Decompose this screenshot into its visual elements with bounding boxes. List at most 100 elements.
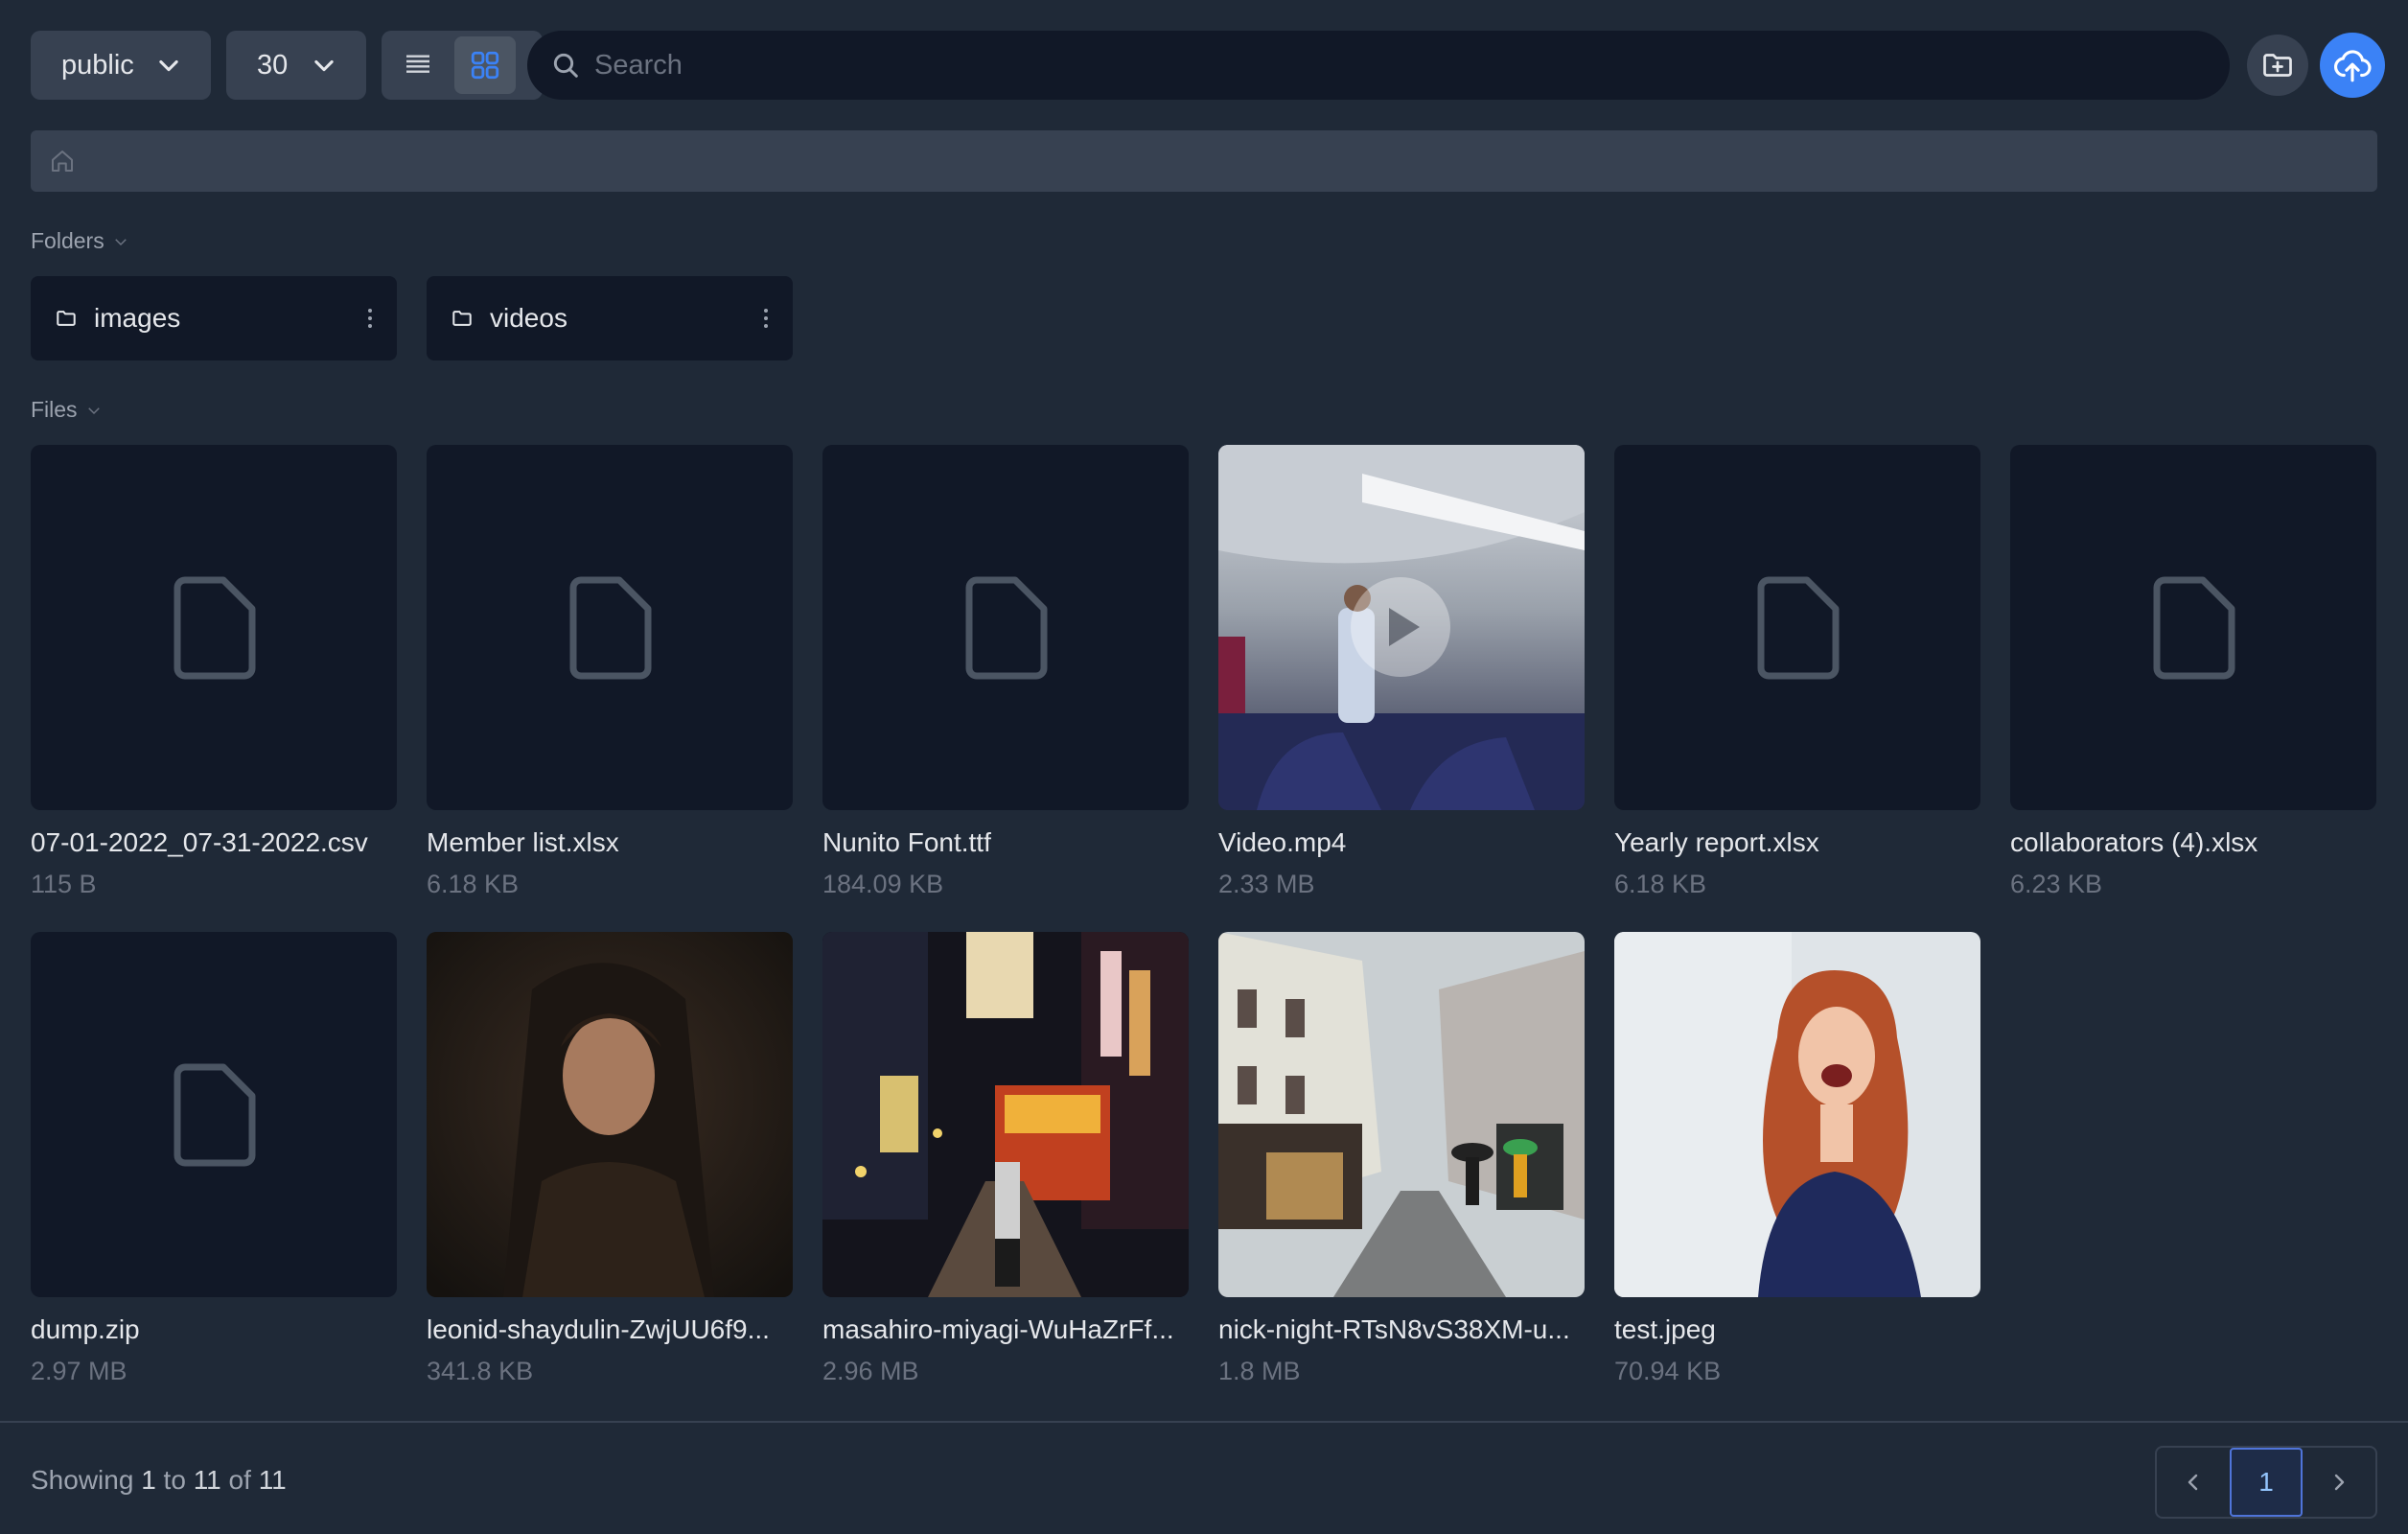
chevron-right-icon — [2334, 1474, 2345, 1491]
file-card[interactable]: test.jpeg 70.94 KB — [1614, 932, 1980, 1386]
files-section-label: Files — [31, 397, 78, 422]
image-thumbnail — [427, 932, 793, 1297]
range-from: 1 — [141, 1465, 156, 1495]
next-page-button[interactable] — [2303, 1448, 2375, 1517]
breadcrumb — [31, 130, 2377, 192]
rainy-street-image — [1218, 932, 1585, 1297]
list-view-button[interactable] — [387, 36, 449, 94]
cloud-upload-icon — [2334, 50, 2372, 82]
file-size: 341.8 KB — [427, 1357, 534, 1385]
file-card[interactable]: Video.mp4 2.33 MB — [1218, 445, 1585, 899]
chevron-down-icon — [114, 238, 127, 245]
home-icon[interactable] — [48, 147, 77, 175]
results-summary: Showing 1 to 11 of 11 — [31, 1465, 287, 1496]
file-size: 184.09 KB — [822, 870, 944, 898]
chevron-down-icon — [314, 59, 334, 72]
toolbar: public 30 — [31, 31, 2385, 100]
file-card[interactable]: Nunito Font.ttf 184.09 KB — [822, 445, 1189, 899]
file-name: 07-01-2022_07-31-2022.csv — [31, 827, 368, 857]
file-name: test.jpeg — [1614, 1314, 1716, 1344]
list-icon — [406, 55, 429, 73]
smiling-woman-image — [1614, 932, 1980, 1297]
folder-name: videos — [490, 303, 567, 333]
more-vertical-icon[interactable] — [366, 307, 374, 330]
file-name: dump.zip — [31, 1314, 140, 1344]
prev-page-button[interactable] — [2157, 1448, 2230, 1517]
of-label: of — [228, 1465, 251, 1495]
search-input[interactable] — [594, 49, 2128, 81]
file-thumbnail — [1614, 445, 1980, 810]
to-label: to — [163, 1465, 186, 1495]
night-street-image — [822, 932, 1189, 1297]
grid-view-button[interactable] — [454, 36, 516, 94]
folder-item[interactable]: images — [31, 276, 397, 360]
file-name: Yearly report.xlsx — [1614, 827, 1819, 857]
file-name: Member list.xlsx — [427, 827, 619, 857]
file-size: 1.8 MB — [1218, 1357, 1301, 1385]
more-vertical-icon[interactable] — [762, 307, 770, 330]
chevron-down-icon — [159, 59, 178, 72]
image-thumbnail — [822, 932, 1189, 1297]
grid-icon — [471, 51, 499, 80]
per-page-select[interactable]: 30 — [226, 31, 366, 100]
portrait-photo-image — [427, 932, 793, 1297]
airplane-cabin-image — [1218, 445, 1585, 810]
page-button-current[interactable]: 1 — [2229, 1448, 2304, 1517]
file-card[interactable]: Yearly report.xlsx 6.18 KB — [1614, 445, 1980, 899]
search-icon — [553, 53, 578, 78]
file-card[interactable]: collaborators (4).xlsx 6.23 KB — [2010, 445, 2376, 899]
file-icon — [569, 576, 652, 679]
file-name: nick-night-RTsN8vS38XM-u... — [1218, 1314, 1570, 1344]
bucket-select-value: public — [61, 49, 134, 81]
file-name: masahiro-miyagi-WuHaZrFf... — [822, 1314, 1174, 1344]
file-size: 70.94 KB — [1614, 1357, 1722, 1385]
pagination-footer: Showing 1 to 11 of 11 1 — [0, 1421, 2408, 1534]
folder-plus-icon — [2263, 54, 2292, 77]
search-bar — [527, 31, 2230, 100]
file-thumbnail — [31, 445, 397, 810]
file-name: Video.mp4 — [1218, 827, 1347, 857]
file-card[interactable]: dump.zip 2.97 MB — [31, 932, 397, 1386]
upload-button[interactable] — [2320, 33, 2385, 98]
folder-name: images — [94, 303, 181, 333]
range-to: 11 — [193, 1465, 221, 1495]
file-size: 6.18 KB — [1614, 870, 1707, 898]
file-thumbnail — [2010, 445, 2376, 810]
image-thumbnail — [1218, 932, 1585, 1297]
showing-label: Showing — [31, 1465, 134, 1495]
file-name: Nunito Font.ttf — [822, 827, 991, 857]
file-card[interactable]: masahiro-miyagi-WuHaZrFf... 2.96 MB — [822, 932, 1189, 1386]
file-card[interactable]: leonid-shaydulin-ZwjUU6f9... 341.8 KB — [427, 932, 793, 1386]
file-size: 2.97 MB — [31, 1357, 127, 1385]
file-icon — [965, 576, 1048, 679]
files-section-toggle[interactable]: Files — [31, 397, 103, 423]
file-icon — [174, 1063, 256, 1166]
folder-icon — [57, 311, 76, 326]
folders-section-label: Folders — [31, 228, 104, 253]
file-size: 2.33 MB — [1218, 870, 1315, 898]
pagination: 1 — [2155, 1446, 2377, 1519]
file-icon — [174, 576, 256, 679]
file-icon — [2153, 576, 2235, 679]
file-size: 6.18 KB — [427, 870, 520, 898]
image-thumbnail — [1614, 932, 1980, 1297]
folders-section-toggle[interactable]: Folders — [31, 228, 129, 254]
file-thumbnail — [31, 932, 397, 1297]
file-thumbnail — [427, 445, 793, 810]
folder-icon — [452, 311, 472, 326]
chevron-left-icon — [2188, 1474, 2198, 1491]
file-card[interactable]: nick-night-RTsN8vS38XM-u... 1.8 MB — [1218, 932, 1585, 1386]
folder-item[interactable]: videos — [427, 276, 793, 360]
file-size: 2.96 MB — [822, 1357, 919, 1385]
file-icon — [1757, 576, 1840, 679]
new-folder-button[interactable] — [2247, 35, 2308, 96]
file-thumbnail — [822, 445, 1189, 810]
file-name: leonid-shaydulin-ZwjUU6f9... — [427, 1314, 770, 1344]
file-card[interactable]: 07-01-2022_07-31-2022.csv 115 B — [31, 445, 397, 899]
file-name: collaborators (4).xlsx — [2010, 827, 2258, 857]
file-card[interactable]: Member list.xlsx 6.18 KB — [427, 445, 793, 899]
view-toggle — [382, 31, 543, 100]
bucket-select[interactable]: public — [31, 31, 211, 100]
video-thumbnail — [1218, 445, 1585, 810]
total-count: 11 — [258, 1465, 287, 1495]
